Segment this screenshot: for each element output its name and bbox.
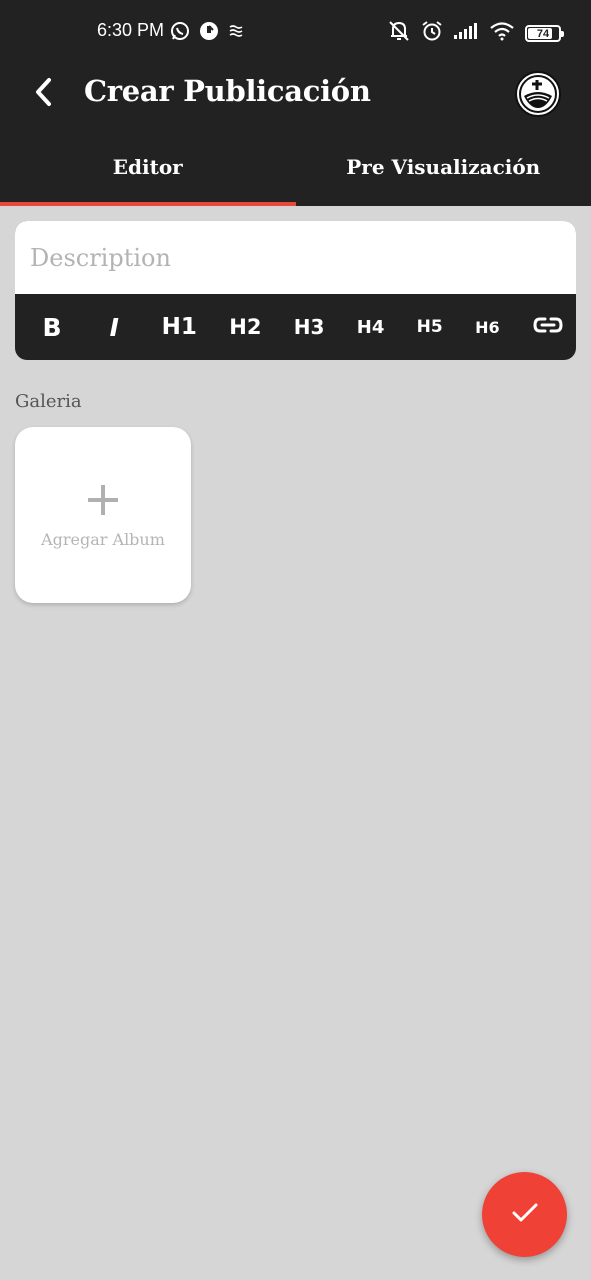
whatsapp-icon [170, 21, 190, 46]
tab-indicator [0, 202, 296, 206]
description-input[interactable] [15, 221, 576, 294]
alarm-icon [421, 20, 443, 47]
link-icon [532, 315, 564, 339]
top-bar: 6:30 PM 74 Crear Publicación Editor Pre … [0, 0, 591, 206]
tab-editor-label: Editor [112, 155, 183, 179]
plus-icon [85, 482, 121, 522]
tab-bar: Editor Pre Visualización [0, 130, 591, 206]
add-album-label: Agregar Album [41, 529, 165, 549]
tab-preview-label: Pre Visualización [346, 155, 541, 179]
h2-button[interactable]: H2 [229, 307, 261, 347]
status-time: 6:30 PM [97, 20, 165, 40]
status-right-icons: 74 [387, 20, 564, 47]
status-bar: 6:30 PM 74 [0, 0, 591, 66]
add-album-button[interactable]: Agregar Album [15, 427, 191, 603]
page-title: Crear Publicación [84, 74, 371, 108]
back-button[interactable] [22, 72, 66, 116]
church-logo-icon[interactable] [515, 71, 561, 117]
formatting-toolbar: B I H1 H2 H3 H4 H5 H6 [15, 294, 576, 360]
status-left-icons [170, 21, 244, 46]
tab-editor[interactable]: Editor [0, 130, 296, 206]
mute-icon [387, 20, 411, 47]
tab-preview[interactable]: Pre Visualización [296, 130, 591, 206]
h3-button[interactable]: H3 [294, 307, 325, 347]
check-icon [510, 1201, 540, 1229]
wifi-icon [489, 21, 515, 46]
h4-button[interactable]: H4 [357, 307, 385, 347]
italic-button[interactable]: I [99, 307, 129, 347]
app-notification-icon [199, 21, 219, 46]
editor-card: B I H1 H2 H3 H4 H5 H6 [15, 221, 576, 360]
back-arrow-icon [33, 77, 55, 111]
app-bar: Crear Publicación [0, 66, 591, 122]
battery-level: 74 [536, 27, 550, 40]
save-fab-button[interactable] [482, 1172, 567, 1257]
signal-icon [453, 22, 479, 45]
h5-button[interactable]: H5 [417, 307, 443, 347]
battery-icon: 74 [525, 25, 564, 42]
h6-button[interactable]: H6 [475, 307, 500, 347]
h1-button[interactable]: H1 [162, 307, 197, 347]
sync-icon [228, 24, 244, 43]
gallery-label: Galeria [15, 391, 82, 412]
bold-button[interactable]: B [37, 307, 67, 347]
link-button[interactable] [532, 307, 564, 347]
